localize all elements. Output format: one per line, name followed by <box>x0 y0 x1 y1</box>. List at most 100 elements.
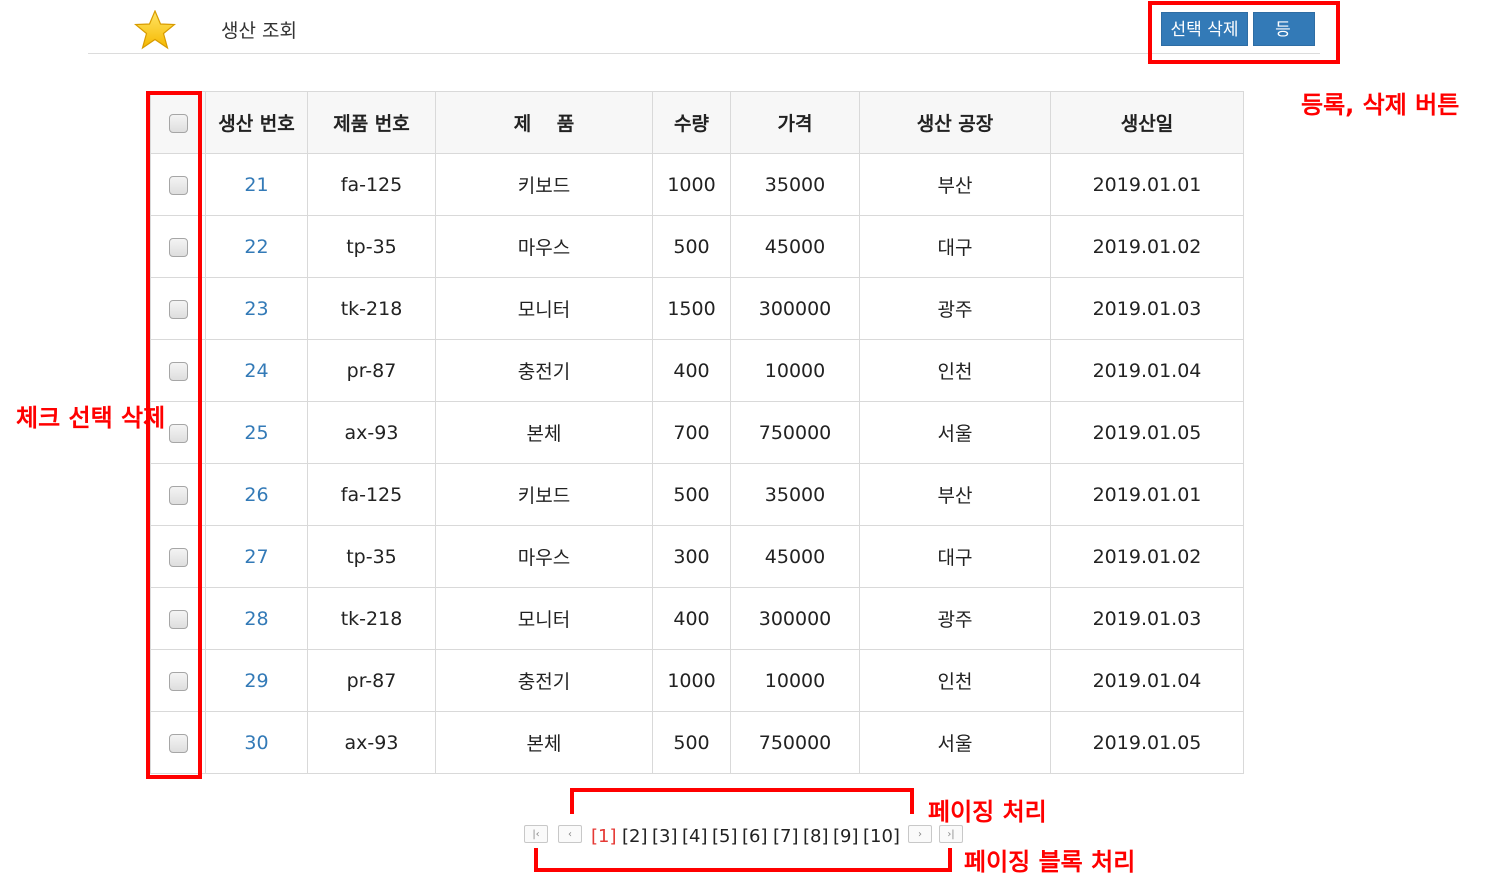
product-name-cell: 충전기 <box>435 339 653 402</box>
quantity-cell: 500 <box>652 463 731 526</box>
production-date-cell: 2019.01.04 <box>1050 339 1244 402</box>
paging-bracket-right <box>910 788 914 814</box>
production-date-cell: 2019.01.05 <box>1050 711 1244 774</box>
factory-cell: 서울 <box>859 401 1051 464</box>
page-link[interactable]: [3] <box>652 826 678 847</box>
product-name-cell: 키보드 <box>435 153 653 216</box>
quantity-cell: 400 <box>652 587 731 650</box>
column-header: 생산 공장 <box>859 91 1051 154</box>
factory-cell: 부산 <box>859 463 1051 526</box>
paging-bracket-left <box>570 788 574 814</box>
quantity-cell: 500 <box>652 711 731 774</box>
production-no-cell[interactable]: 26 <box>205 463 308 526</box>
product-no-cell: tk-218 <box>307 587 436 650</box>
price-cell: 45000 <box>730 215 860 278</box>
price-cell: 300000 <box>730 277 860 340</box>
production-date-cell: 2019.01.05 <box>1050 401 1244 464</box>
page-link[interactable]: [8] <box>803 826 829 847</box>
production-date-cell: 2019.01.01 <box>1050 463 1244 526</box>
product-no-cell: tp-35 <box>307 215 436 278</box>
product-name-cell: 모니터 <box>435 587 653 650</box>
factory-cell: 부산 <box>859 153 1051 216</box>
page-link[interactable]: [10] <box>863 826 900 847</box>
page-link[interactable]: [7] <box>773 826 799 847</box>
production-date-cell: 2019.01.03 <box>1050 277 1244 340</box>
paging-annotation: 페이징 처리 <box>928 798 1047 826</box>
product-no-cell: fa-125 <box>307 153 436 216</box>
price-cell: 300000 <box>730 587 860 650</box>
price-cell: 10000 <box>730 649 860 712</box>
table-row: 23 tk-218 모니터 1500 300000 광주 2019.01.03 <box>150 277 1244 340</box>
factory-cell: 대구 <box>859 525 1051 588</box>
quantity-cell: 1500 <box>652 277 731 340</box>
product-no-cell: tk-218 <box>307 277 436 340</box>
last-page-button[interactable]: ›| <box>939 825 963 843</box>
table-row: 28 tk-218 모니터 400 300000 광주 2019.01.03 <box>150 587 1244 650</box>
factory-cell: 인천 <box>859 339 1051 402</box>
paging-bracket <box>570 788 914 792</box>
table-row: 21 fa-125 키보드 1000 35000 부산 2019.01.01 <box>150 153 1244 216</box>
quantity-cell: 700 <box>652 401 731 464</box>
product-no-cell: pr-87 <box>307 649 436 712</box>
table-header-row: 생산 번호 제품 번호 제 품 수량 가격 생산 공장 생산일 <box>150 91 1244 154</box>
page-link[interactable]: [5] <box>712 826 738 847</box>
production-no-cell[interactable]: 30 <box>205 711 308 774</box>
production-date-cell: 2019.01.02 <box>1050 215 1244 278</box>
star-icon <box>134 10 176 50</box>
production-date-cell: 2019.01.04 <box>1050 649 1244 712</box>
production-no-cell[interactable]: 28 <box>205 587 308 650</box>
production-no-cell[interactable]: 23 <box>205 277 308 340</box>
next-page-button[interactable]: › <box>908 825 932 843</box>
production-no-cell[interactable]: 24 <box>205 339 308 402</box>
page-link[interactable]: [4] <box>682 826 708 847</box>
production-table: 생산 번호 제품 번호 제 품 수량 가격 생산 공장 생산일 21 fa-125… <box>150 91 1244 774</box>
column-header: 가격 <box>730 91 860 154</box>
product-name-cell: 모니터 <box>435 277 653 340</box>
product-no-cell: fa-125 <box>307 463 436 526</box>
paging-block-bracket-right <box>948 848 952 872</box>
column-header: 생산 번호 <box>205 91 308 154</box>
production-no-cell[interactable]: 27 <box>205 525 308 588</box>
production-no-cell[interactable]: 21 <box>205 153 308 216</box>
table-row: 29 pr-87 충전기 1000 10000 인천 2019.01.04 <box>150 649 1244 712</box>
production-no-cell[interactable]: 22 <box>205 215 308 278</box>
prev-page-button[interactable]: ‹ <box>558 825 582 843</box>
page-link[interactable]: [6] <box>742 826 768 847</box>
product-name-cell: 본체 <box>435 401 653 464</box>
production-date-cell: 2019.01.02 <box>1050 525 1244 588</box>
factory-cell: 인천 <box>859 649 1051 712</box>
production-date-cell: 2019.01.03 <box>1050 587 1244 650</box>
page-link[interactable]: [9] <box>833 826 859 847</box>
quantity-cell: 1000 <box>652 649 731 712</box>
product-name-cell: 마우스 <box>435 525 653 588</box>
buttons-highlight-box <box>1148 1 1340 64</box>
column-header: 제 품 <box>435 91 653 154</box>
factory-cell: 광주 <box>859 587 1051 650</box>
production-date-cell: 2019.01.01 <box>1050 153 1244 216</box>
price-cell: 45000 <box>730 525 860 588</box>
table-row: 24 pr-87 충전기 400 10000 인천 2019.01.04 <box>150 339 1244 402</box>
first-page-button[interactable]: |‹ <box>524 825 548 843</box>
price-cell: 750000 <box>730 711 860 774</box>
paging-block-bracket-left <box>534 848 538 872</box>
table-row: 22 tp-35 마우스 500 45000 대구 2019.01.02 <box>150 215 1244 278</box>
product-no-cell: ax-93 <box>307 711 436 774</box>
table-row: 30 ax-93 본체 500 750000 서울 2019.01.05 <box>150 711 1244 774</box>
price-cell: 35000 <box>730 463 860 526</box>
product-name-cell: 충전기 <box>435 649 653 712</box>
page-title: 생산 조회 <box>221 20 297 42</box>
product-name-cell: 키보드 <box>435 463 653 526</box>
checkbox-annotation: 체크 선택 삭제 <box>16 404 166 432</box>
production-no-cell[interactable]: 25 <box>205 401 308 464</box>
column-header: 생산일 <box>1050 91 1244 154</box>
production-no-cell[interactable]: 29 <box>205 649 308 712</box>
factory-cell: 서울 <box>859 711 1051 774</box>
table-row: 27 tp-35 마우스 300 45000 대구 2019.01.02 <box>150 525 1244 588</box>
column-header: 제품 번호 <box>307 91 436 154</box>
page-link[interactable]: [2] <box>622 826 648 847</box>
price-cell: 750000 <box>730 401 860 464</box>
factory-cell: 대구 <box>859 215 1051 278</box>
factory-cell: 광주 <box>859 277 1051 340</box>
page-link-active[interactable]: [1] <box>591 826 617 847</box>
quantity-cell: 400 <box>652 339 731 402</box>
